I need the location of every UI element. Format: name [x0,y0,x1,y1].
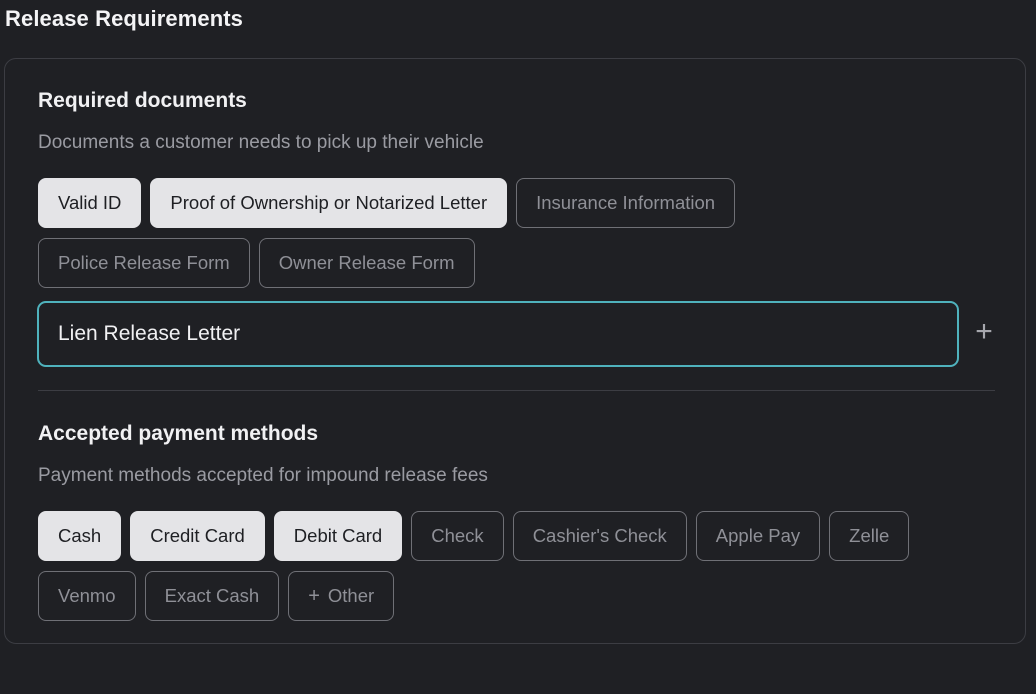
chip-label: Venmo [58,585,116,606]
chip-label: Cashier's Check [532,525,667,546]
plus-icon: + [975,315,993,348]
chip-label: Apple Pay [715,525,801,546]
document-input[interactable] [39,303,957,365]
payments-section-description: Payment methods accepted for impound rel… [38,465,488,486]
chip-venmo[interactable]: Venmo [38,571,136,621]
chip-label: Insurance Information [536,192,716,213]
documents-section-title: Required documents [38,89,247,112]
payments-section-title: Accepted payment methods [38,422,319,445]
chip-debit-card[interactable]: Debit Card [273,511,403,561]
chip-label: Valid ID [58,192,122,213]
chip-other[interactable]: + Other [288,571,395,621]
documents-chip-row-1: Valid ID Proof of Ownership or Notarized… [38,178,736,228]
documents-chip-row-2: Police Release Form Owner Release Form [38,238,475,288]
chip-label: Owner Release Form [278,252,455,273]
chip-cash[interactable]: Cash [38,511,122,561]
chip-proof-of-ownership[interactable]: Proof of Ownership or Notarized Letter [150,178,508,228]
payments-chip-row-1: Cash Credit Card Debit Card Check Cashie… [38,511,910,561]
chip-label: Exact Cash [164,585,260,606]
chip-label: Check [431,525,484,546]
chip-label: Credit Card [150,525,245,546]
chip-credit-card[interactable]: Credit Card [130,511,265,561]
chip-label: Proof of Ownership or Notarized Letter [170,192,488,213]
section-divider [38,390,995,391]
chip-label: Zelle [849,525,890,546]
chip-label: Cash [58,525,102,546]
add-document-button[interactable]: + [971,315,997,348]
chip-owner-release-form[interactable]: Owner Release Form [258,238,475,288]
chip-check[interactable]: Check [411,511,504,561]
chip-zelle[interactable]: Zelle [829,511,910,561]
chip-apple-pay[interactable]: Apple Pay [695,511,821,561]
chip-exact-cash[interactable]: Exact Cash [144,571,280,621]
chip-label: Debit Card [293,525,383,546]
plus-icon: + [308,584,320,607]
chip-valid-id[interactable]: Valid ID [38,178,142,228]
document-input-wrapper [37,301,959,367]
release-requirements-card: Required documents Documents a customer … [4,58,1026,644]
chip-label: Other [327,585,375,606]
payments-chip-row-2: Venmo Exact Cash + Other [38,571,395,621]
chip-cashiers-check[interactable]: Cashier's Check [512,511,687,561]
chip-label: Police Release Form [58,252,230,273]
documents-section-description: Documents a customer needs to pick up th… [38,132,484,153]
page-title: Release Requirements [5,6,243,31]
chip-police-release-form[interactable]: Police Release Form [38,238,250,288]
chip-insurance-information[interactable]: Insurance Information [516,178,736,228]
